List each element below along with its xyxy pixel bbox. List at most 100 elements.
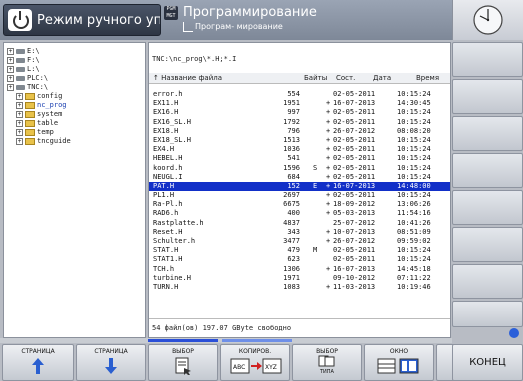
- column-status[interactable]: Сост.: [336, 74, 355, 82]
- file-row[interactable]: Rastplatte.h 4837 25-07-2012 10:41:26: [149, 219, 450, 228]
- file-row[interactable]: STAT1.H 623 02-05-2011 10:15:24: [149, 255, 450, 264]
- file-row[interactable]: EX18.H 796 +26-07-2012 08:08:20: [149, 127, 450, 136]
- scroll-down-indicator-icon[interactable]: [509, 328, 519, 338]
- tree-item[interactable]: + nc_prog: [7, 101, 71, 110]
- file-row[interactable]: NEUGL.I 684 +02-05-2011 10:15:24: [149, 173, 450, 182]
- window-button[interactable]: ОКНО: [364, 344, 434, 381]
- tree-item[interactable]: + E:\: [7, 47, 71, 56]
- column-time[interactable]: Время: [416, 74, 439, 82]
- file-time: 14:45:18: [397, 264, 431, 273]
- column-date[interactable]: Дата: [373, 74, 391, 82]
- file-list: error.h 554 02-05-2011 10:15:24 EX11.H 1951 +1…: [149, 90, 450, 292]
- file-list-header: ↑ Название файла Байты Сост. Дата Время: [149, 73, 450, 84]
- file-flag: +: [326, 145, 331, 154]
- arrow-up-icon: [32, 358, 44, 374]
- file-time: 10:15:24: [397, 163, 431, 172]
- file-status: M: [313, 246, 318, 255]
- file-name: Schulter.h: [153, 237, 196, 245]
- tree-item-label: TNC:\: [27, 83, 49, 91]
- expand-icon[interactable]: +: [16, 93, 23, 100]
- expand-icon[interactable]: +: [7, 66, 14, 73]
- file-row[interactable]: HEBEL.H 541 +02-05-2011 10:15:24: [149, 154, 450, 163]
- vertical-softkey-8[interactable]: [452, 301, 523, 327]
- folder-icon: [25, 102, 35, 109]
- tree-item[interactable]: + F:\: [7, 56, 71, 65]
- page-down-label: СТРАНИЦА: [94, 348, 128, 355]
- expand-icon[interactable]: +: [16, 102, 23, 109]
- expand-icon[interactable]: +: [16, 111, 23, 118]
- expand-icon[interactable]: +: [16, 120, 23, 127]
- page-down-button[interactable]: СТРАНИЦА: [76, 344, 146, 381]
- file-name: EX11.H: [153, 99, 179, 108]
- column-name[interactable]: ↑ Название файла: [153, 74, 222, 82]
- page-up-button[interactable]: СТРАНИЦА: [2, 344, 74, 381]
- file-row[interactable]: RAD6.h 400 +05-03-2013 11:54:16: [149, 209, 450, 218]
- expand-icon[interactable]: +: [7, 48, 14, 55]
- file-flag: +: [326, 282, 331, 291]
- vertical-softkey-2[interactable]: [452, 79, 523, 114]
- tree-item[interactable]: + TNC:\: [7, 83, 71, 92]
- file-name: PAT.H: [153, 181, 175, 190]
- tree-item[interactable]: + L:\: [7, 65, 71, 74]
- vertical-softkey-6[interactable]: [452, 227, 523, 262]
- file-row[interactable]: koord.h 1596 S +02-05-2011 10:15:24: [149, 164, 450, 173]
- file-row[interactable]: TCH.h 1306 +16-07-2013 14:45:18: [149, 265, 450, 274]
- file-time: 14:48:00: [397, 181, 431, 190]
- vertical-softkey-5[interactable]: [452, 190, 523, 225]
- file-row[interactable]: TURN.H 1083 +11-03-2013 10:19:46: [149, 283, 450, 292]
- expand-icon[interactable]: +: [16, 138, 23, 145]
- expand-icon[interactable]: +: [7, 84, 14, 91]
- expand-icon[interactable]: +: [7, 75, 14, 82]
- file-row[interactable]: Schulter.h 3477 +26-07-2012 09:59:02: [149, 237, 450, 246]
- file-date: 10-07-2013: [333, 227, 376, 236]
- file-flag: +: [326, 200, 331, 209]
- select-type-button[interactable]: ВЫБОР ТИПА: [292, 344, 362, 381]
- file-row[interactable]: EX4.H 1036 +02-05-2011 10:15:24: [149, 145, 450, 154]
- vertical-softkey-3[interactable]: [452, 116, 523, 151]
- select-type-label: ВЫБОР: [316, 348, 338, 355]
- file-row[interactable]: turbine.H 1971 09-10-2012 07:11:22: [149, 274, 450, 283]
- file-name: STAT.H: [153, 246, 179, 255]
- file-row[interactable]: error.h 554 02-05-2011 10:15:24: [149, 90, 450, 99]
- file-row[interactable]: EX16_SL.H 1792 +02-05-2011 10:15:24: [149, 118, 450, 127]
- file-row[interactable]: EX16.H 997 +02-05-2011 10:15:24: [149, 108, 450, 117]
- tree-item[interactable]: + PLC:\: [7, 74, 71, 83]
- file-time: 10:15:24: [397, 117, 431, 126]
- file-row[interactable]: EX11.H 1951 +16-07-2013 14:30:45: [149, 99, 450, 108]
- file-row[interactable]: PAT.H 152 E +16-07-2013 14:48:00: [149, 181, 450, 192]
- file-size: 997: [287, 108, 300, 117]
- tree-item[interactable]: + config: [7, 92, 71, 101]
- tree-item[interactable]: + table: [7, 119, 71, 128]
- column-size[interactable]: Байты: [304, 74, 327, 82]
- copy-button[interactable]: КОПИРОВ. ABC XYZ: [220, 344, 290, 381]
- file-size: 4837: [283, 218, 300, 227]
- expand-icon[interactable]: +: [7, 57, 14, 64]
- file-size: 479: [287, 246, 300, 255]
- softkey-page-2: [222, 339, 292, 342]
- select-button[interactable]: ВЫБОР: [148, 344, 218, 381]
- machine-mode-indicator[interactable]: Режим ручного уп...: [3, 4, 161, 36]
- select-file-icon: [175, 357, 191, 375]
- file-row[interactable]: PL1.H 2697 +02-05-2011 10:15:24: [149, 191, 450, 200]
- tree-item-label: L:\: [27, 65, 40, 73]
- file-row[interactable]: EX18_SL.H 1513 +02-05-2011 10:15:24: [149, 136, 450, 145]
- vertical-softkey-7[interactable]: [452, 264, 523, 299]
- file-list-panel: TNC:\nc_prog\*.H;*.I ↑ Название файла Ба…: [148, 42, 451, 338]
- end-button[interactable]: КОНЕЦ: [452, 344, 523, 381]
- tree-item[interactable]: + temp: [7, 128, 71, 137]
- tree-item[interactable]: + tncguide: [7, 137, 71, 146]
- tree-item[interactable]: + system: [7, 110, 71, 119]
- vertical-softkey-4[interactable]: [452, 153, 523, 188]
- file-flag: +: [326, 117, 331, 126]
- vertical-softkey-1[interactable]: [452, 42, 523, 77]
- expand-icon[interactable]: +: [16, 129, 23, 136]
- file-size: 684: [287, 172, 300, 181]
- file-status: S: [313, 163, 318, 172]
- file-size: 1306: [283, 264, 300, 273]
- file-row[interactable]: Ra-Pl.h 6675 +18-09-2012 13:06:26: [149, 200, 450, 209]
- tree-item-label: PLC:\: [27, 74, 49, 82]
- file-row[interactable]: Reset.H 343 +10-07-2013 08:51:09: [149, 228, 450, 237]
- file-date: 02-05-2011: [333, 246, 376, 255]
- file-row[interactable]: STAT.H 479 M 02-05-2011 10:15:24: [149, 246, 450, 255]
- file-time: 08:08:20: [397, 126, 431, 135]
